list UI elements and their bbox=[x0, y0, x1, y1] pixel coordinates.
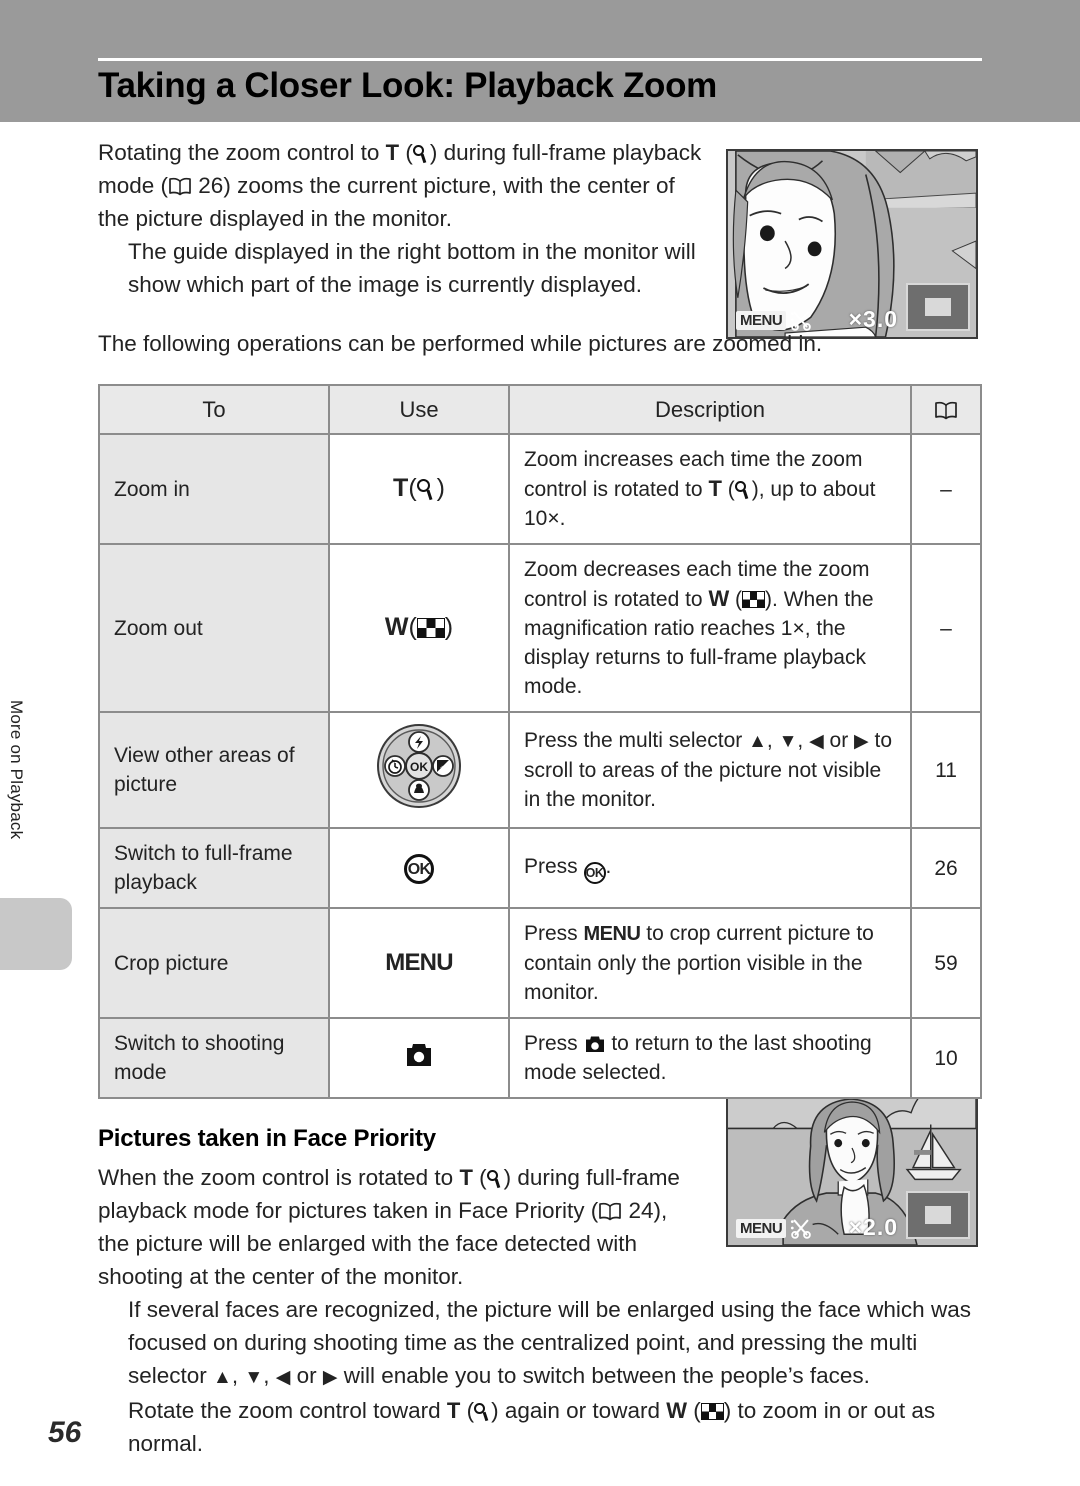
table-header-to: To bbox=[98, 384, 330, 435]
ok-button-icon: OK bbox=[404, 853, 434, 884]
zoom-tele-label: T bbox=[459, 1165, 473, 1190]
page-title: Taking a Closer Look: Playback Zoom bbox=[98, 66, 718, 105]
row-shooting-mode-to: Switch to shooting mode bbox=[98, 1017, 330, 1099]
row-full-frame-description: Press OK. bbox=[508, 827, 912, 909]
desc-text-a: Press bbox=[524, 855, 584, 878]
magnifier-icon bbox=[412, 144, 430, 164]
desc-text-a: Press bbox=[524, 922, 584, 945]
row-zoom-out-to: Zoom out bbox=[98, 543, 330, 713]
row-view-areas-page-ref: 11 bbox=[910, 711, 982, 829]
thumbnail-grid-icon bbox=[700, 1403, 724, 1420]
table-header-use: Use bbox=[328, 384, 510, 435]
magnifier-icon bbox=[416, 478, 437, 501]
row-zoom-out-description: Zoom decreases each time the zoom contro… bbox=[508, 543, 912, 713]
intro-p1-page-ref: 26 bbox=[198, 173, 224, 198]
arrow-up-icon: ▲ bbox=[213, 1367, 232, 1388]
camera-icon bbox=[404, 1042, 434, 1067]
row-full-frame-to: Switch to full-frame playback bbox=[98, 827, 330, 909]
row-full-frame-page-ref: 26 bbox=[910, 827, 982, 909]
row-crop-page-ref: 59 bbox=[910, 907, 982, 1019]
row-view-areas-description: Press the multi selector ▲, ▼, ◀ or ▶ to… bbox=[508, 711, 912, 829]
arrow-right-icon: ▶ bbox=[854, 731, 869, 752]
row-zoom-out-use: W() bbox=[328, 543, 510, 713]
menu-button-icon: MENU bbox=[385, 949, 453, 976]
row-zoom-out-page-ref: – bbox=[910, 543, 982, 713]
intro-paragraph-2: The guide displayed in the right bottom … bbox=[128, 239, 696, 297]
magnifier-icon bbox=[734, 480, 752, 500]
table-row: Zoom in T() Zoom increases each time the… bbox=[98, 433, 982, 545]
intro-p1-part-a: Rotating the zoom control to bbox=[98, 140, 386, 165]
page-number: 56 bbox=[48, 1416, 82, 1449]
fp-p2-part-b: will enable you to switch between the pe… bbox=[337, 1363, 870, 1388]
arrow-left-icon: ◀ bbox=[275, 1367, 291, 1388]
desc-text-b: . bbox=[605, 855, 612, 878]
row-shooting-mode-use bbox=[328, 1017, 510, 1099]
svg-text:+: + bbox=[440, 765, 444, 772]
magnifier-icon bbox=[486, 1169, 504, 1189]
row-shooting-mode-page-ref: 10 bbox=[910, 1017, 982, 1099]
fp-p3-part-a: Rotate the zoom control toward bbox=[128, 1398, 447, 1423]
header-rule bbox=[98, 58, 982, 61]
thumbnail-grid-icon bbox=[742, 591, 766, 608]
zoom-wide-label: W bbox=[666, 1398, 687, 1423]
table-row: Switch to shooting mode Press to return … bbox=[98, 1017, 982, 1099]
row-full-frame-use: OK bbox=[328, 827, 510, 909]
row-view-areas-use: OK + bbox=[328, 711, 510, 829]
table-header-description: Description bbox=[508, 384, 912, 435]
row-zoom-in-use: T() bbox=[328, 433, 510, 545]
arrow-down-icon: ▼ bbox=[244, 1367, 264, 1388]
table-row: Switch to full-frame playback OK Press O… bbox=[98, 827, 982, 909]
row-shooting-mode-description: Press to return to the last shooting mod… bbox=[508, 1017, 912, 1099]
book-icon bbox=[168, 177, 192, 196]
zoom-tele-label: T bbox=[708, 476, 722, 501]
multi-selector-dial-icon: OK + bbox=[376, 723, 462, 809]
row-zoom-in-to: Zoom in bbox=[98, 433, 330, 545]
zoom-tele-label: T bbox=[385, 140, 400, 165]
fp-p1-page-ref: 24 bbox=[628, 1198, 654, 1223]
arrow-up-icon: ▲ bbox=[748, 731, 767, 752]
row-view-areas-to: View other areas of picture bbox=[98, 711, 330, 829]
thumbnail-grid-icon bbox=[416, 618, 445, 638]
arrow-down-icon: ▼ bbox=[778, 731, 798, 752]
ok-button-icon: OK bbox=[583, 862, 606, 884]
svg-text:OK: OK bbox=[410, 760, 428, 774]
book-icon bbox=[934, 401, 958, 420]
table-row: View other areas of picture OK + Press t… bbox=[98, 711, 982, 829]
row-zoom-in-description: Zoom increases each time the zoom contro… bbox=[508, 433, 912, 545]
fp-p1-part-a: When the zoom control is rotated to bbox=[98, 1165, 460, 1190]
table-row: Zoom out W() Zoom decreases each time th… bbox=[98, 543, 982, 713]
desc-text-a: Press bbox=[524, 1032, 584, 1055]
book-icon bbox=[598, 1202, 622, 1221]
row-crop-to: Crop picture bbox=[98, 907, 330, 1019]
face-priority-paragraph-2: If several faces are recognized, the pic… bbox=[98, 1293, 982, 1394]
arrow-left-icon: ◀ bbox=[809, 731, 824, 752]
side-tab-marker bbox=[0, 898, 72, 970]
arrow-right-icon: ▶ bbox=[322, 1367, 338, 1388]
row-crop-description: Press MENU to crop current picture to co… bbox=[508, 907, 912, 1019]
zoom-wide-label: W bbox=[708, 586, 730, 611]
zoom-tele-label: T bbox=[446, 1398, 461, 1423]
face-priority-section-title: Pictures taken in Face Priority bbox=[98, 1125, 436, 1152]
zoom-tele-label: T bbox=[393, 474, 409, 502]
table-header-row: To Use Description bbox=[98, 384, 982, 435]
row-zoom-in-page-ref: – bbox=[910, 433, 982, 545]
zoom-wide-label: W bbox=[384, 613, 409, 641]
table-header-page-ref bbox=[910, 384, 982, 435]
face-priority-paragraph-3: Rotate the zoom control toward T () agai… bbox=[128, 1398, 936, 1456]
intro-paragraph-3: The following operations can be performe… bbox=[98, 331, 823, 356]
face-priority-paragraph-1: When the zoom control is rotated to T ()… bbox=[98, 1165, 680, 1289]
menu-button-icon: MENU bbox=[583, 923, 641, 945]
magnifier-icon bbox=[474, 1402, 491, 1422]
fp-p3-part-b: ) again or toward bbox=[491, 1398, 667, 1423]
intro-paragraph-1: Rotating the zoom control to T () during… bbox=[98, 140, 702, 231]
page-content: Rotating the zoom control to T () during… bbox=[98, 136, 982, 1460]
desc-text-a: Press the multi selector bbox=[524, 729, 749, 752]
camera-icon bbox=[584, 1035, 606, 1053]
operations-table: To Use Description Zoom in T() Zoom incr… bbox=[98, 384, 982, 1099]
row-crop-use: MENU bbox=[328, 907, 510, 1019]
table-row: Crop picture MENU Press MENU to crop cur… bbox=[98, 907, 982, 1019]
